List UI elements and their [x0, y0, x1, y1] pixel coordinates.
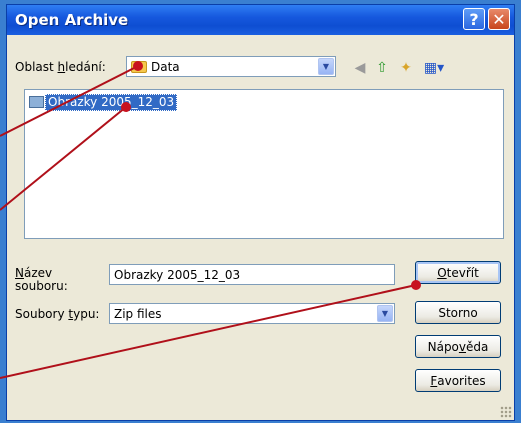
filename-label: Název souboru: — [15, 266, 68, 293]
look-in-label: Oblast hledání: — [15, 60, 106, 74]
filetype-value: Zip files — [114, 307, 162, 321]
help-title-button[interactable]: ? — [463, 8, 485, 30]
folder-icon — [29, 96, 44, 108]
filename-value: Obrazky 2005_12_03 — [114, 268, 241, 282]
title-bar[interactable]: Open Archive ? ✕ — [7, 5, 514, 35]
question-icon: ? — [469, 9, 479, 29]
look-in-value: Data — [151, 60, 180, 74]
close-button[interactable]: ✕ — [488, 8, 510, 30]
view-menu-icon[interactable]: ▦▾ — [421, 59, 447, 77]
file-list[interactable]: Obrazky 2005_12_03 — [24, 89, 504, 239]
help-button[interactable]: Nápo v ěda — [415, 335, 501, 358]
chevron-down-icon[interactable]: ▼ — [318, 58, 334, 75]
back-icon[interactable]: ◀ — [351, 59, 369, 77]
open-button[interactable]: Otevřít — [415, 261, 501, 284]
favorites-button[interactable]: Favorites — [415, 369, 501, 392]
window-title: Open Archive — [15, 11, 129, 29]
file-name: Obrazky 2005_12_03 — [45, 93, 178, 111]
resize-grip[interactable] — [500, 406, 512, 418]
close-icon: ✕ — [492, 9, 506, 29]
folder-icon — [131, 61, 147, 73]
chevron-down-icon[interactable]: ▼ — [377, 305, 393, 322]
open-archive-dialog: Open Archive ? ✕ Oblast hledání: Data ▼ … — [6, 4, 515, 421]
new-folder-icon[interactable]: ✦ — [397, 59, 415, 77]
look-in-combo[interactable]: Data ▼ — [126, 56, 336, 77]
list-item[interactable]: Obrazky 2005_12_03 — [29, 93, 178, 111]
cancel-button[interactable]: Storno — [415, 301, 501, 324]
filetype-label: Soubory typu: — [15, 307, 100, 321]
filetype-combo[interactable]: Zip files ▼ — [109, 303, 395, 324]
up-folder-icon[interactable]: ⇧ — [373, 59, 391, 77]
filename-field[interactable]: Obrazky 2005_12_03 — [109, 264, 395, 285]
